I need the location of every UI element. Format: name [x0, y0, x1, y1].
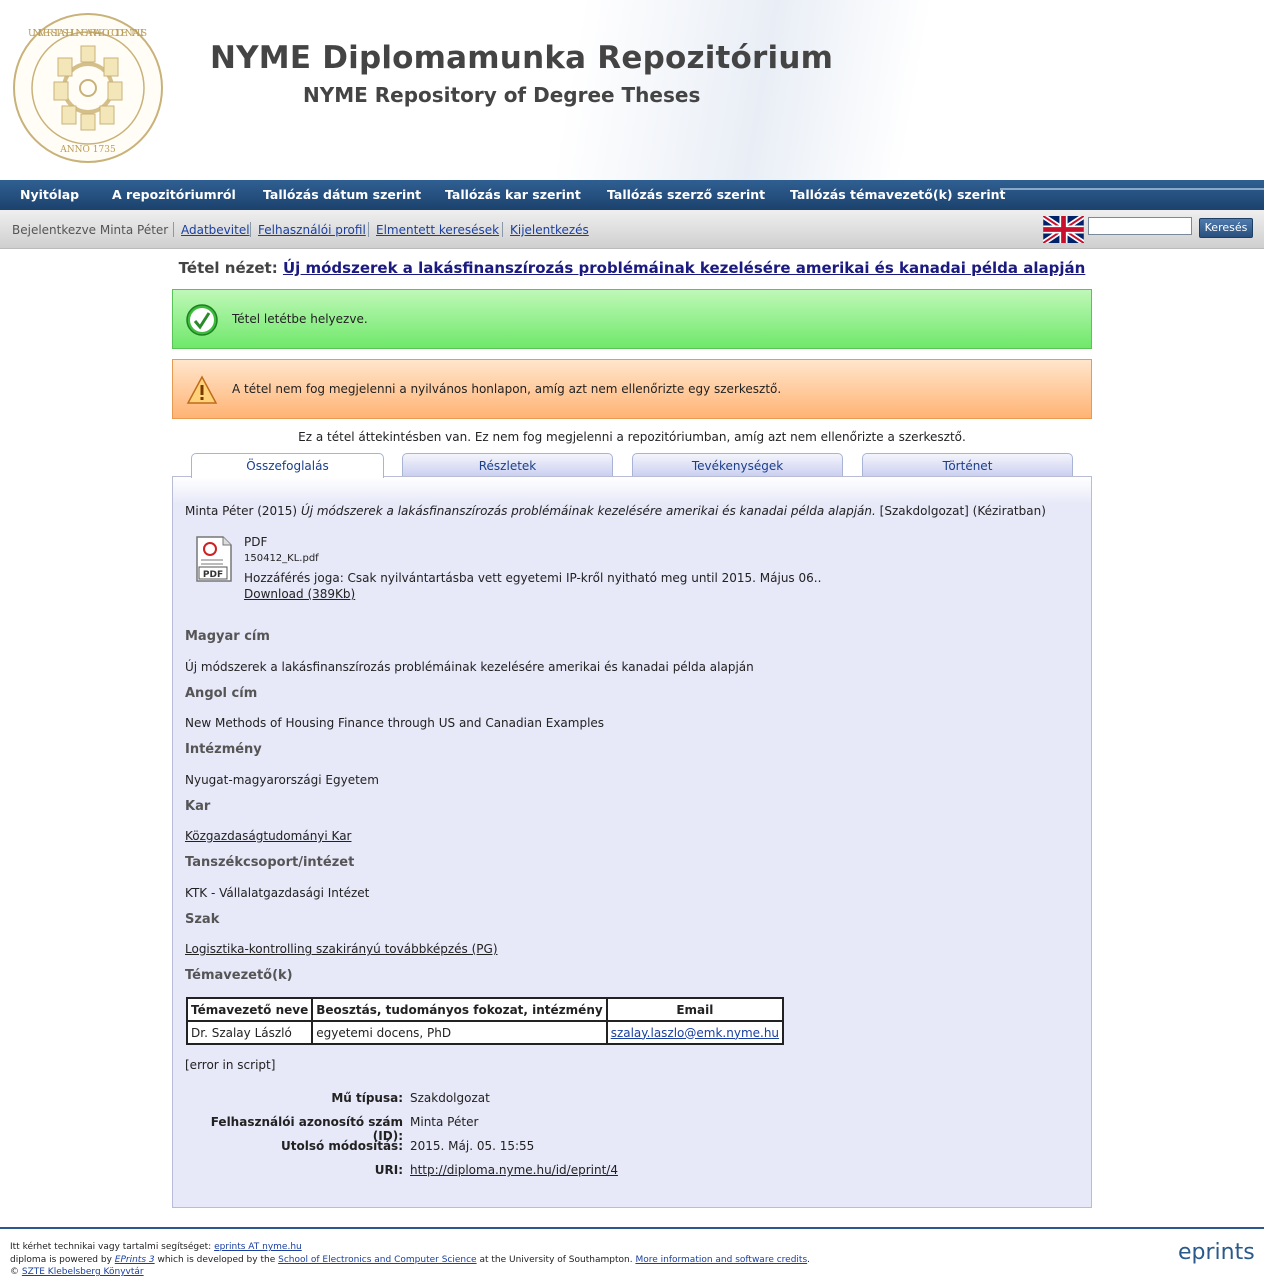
- footer-university-text: at the University of Southampton.: [479, 1255, 633, 1265]
- link-deposit[interactable]: Adatbevitel: [181, 223, 250, 237]
- footer-credits-link[interactable]: More information and software credits: [635, 1255, 807, 1265]
- nav-browse-author[interactable]: Tallózás szerző szerint: [607, 180, 765, 210]
- field-department: KTK - Vállalatgazdasági Intézet: [185, 886, 370, 900]
- supervisor-name: Dr. Szalay László: [185, 1020, 314, 1045]
- tab-history[interactable]: Történet: [862, 453, 1073, 477]
- table-header-name: Témavezető neve: [185, 997, 314, 1022]
- warning-message: A tétel nem fog megjelenni a nyilvános h…: [172, 359, 1092, 419]
- footer-powered-text: diploma is powered by: [10, 1255, 112, 1265]
- field-faculty-link[interactable]: Közgazdaságtudományi Kar: [185, 829, 352, 843]
- nav-browse-date[interactable]: Tallózás dátum szerint: [263, 180, 421, 210]
- summary-panel: Minta Péter (2015) Új módszerek a lakásf…: [172, 476, 1092, 1208]
- nav-browse-faculty[interactable]: Tallózás kar szerint: [445, 180, 581, 210]
- file-type: PDF: [244, 535, 268, 549]
- link-saved-searches[interactable]: Elmentett keresések: [376, 223, 499, 237]
- pdf-icon-label: PDF: [203, 570, 223, 580]
- footer-library-link[interactable]: SZTE Klebelsberg Könyvtár: [22, 1267, 144, 1277]
- footer-powered-line: diploma is powered by EPrints 3 which is…: [10, 1255, 810, 1265]
- footer-help-line: Itt kérhet technikai vagy tartalmi segít…: [10, 1242, 302, 1252]
- field-english-title-label: Angol cím: [185, 686, 258, 701]
- english-flag-icon[interactable]: [1043, 216, 1084, 243]
- main-navigation: Nyitólap A repozitóriumról Tallózás dátu…: [0, 180, 1264, 210]
- footer-school-link[interactable]: School of Electronics and Computer Scien…: [278, 1255, 476, 1265]
- table-header-row: Témavezető neve Beosztás, tudományos fok…: [185, 997, 785, 1022]
- citation: Minta Péter (2015) Új módszerek a lakásf…: [185, 504, 1046, 518]
- footer-period: .: [807, 1255, 811, 1265]
- warning-triangle-icon: [186, 375, 218, 404]
- site-subtitle: NYME Repository of Degree Theses: [303, 83, 701, 107]
- field-department-label: Tanszékcsoport/intézet: [185, 855, 355, 870]
- divider: [173, 222, 174, 237]
- nav-about[interactable]: A repozitóriumról: [112, 180, 236, 210]
- logged-in-status: Bejelentkezve Minta Péter: [12, 223, 169, 237]
- link-logout[interactable]: Kijelentkezés: [510, 223, 589, 237]
- access-rights: Hozzáférés joga: Csak nyilvántartásba ve…: [244, 571, 822, 585]
- meta-modified-label: Utolsó módosítás:: [280, 1139, 403, 1153]
- meta-type-label: Mű típusa:: [331, 1091, 403, 1105]
- meta-uri-label: URI:: [374, 1163, 403, 1177]
- supervisor-email-cell: szalay.laszlo@emk.nyme.hu: [605, 1020, 785, 1045]
- footer-developed-text: which is developed by the: [157, 1255, 276, 1265]
- site-header: UNIVERSITAS HUNGARIAE OCCIDENTALIS ANNO …: [0, 0, 1264, 180]
- eprints-logo[interactable]: eprints: [1178, 1240, 1255, 1265]
- tab-actions[interactable]: Tevékenységek: [632, 453, 843, 477]
- supervisor-email-link[interactable]: szalay.laszlo@emk.nyme.hu: [611, 1026, 779, 1040]
- success-message: Tétel letétbe helyezve.: [172, 289, 1092, 349]
- field-institution: Nyugat-magyarországi Egyetem: [185, 773, 379, 787]
- field-hungarian-title: Új módszerek a lakásfinanszírozás problé…: [185, 660, 754, 674]
- field-major-label: Szak: [185, 912, 220, 927]
- footer-help-email-link[interactable]: eprints AT nyme.hu: [214, 1242, 302, 1252]
- page-title-link[interactable]: Új módszerek a lakásfinanszírozás problé…: [283, 259, 1085, 277]
- table-row: Dr. Szalay László egyetemi docens, PhD s…: [185, 1020, 785, 1045]
- field-institution-label: Intézmény: [185, 742, 262, 757]
- review-notice: Ez a tétel áttekintésben van. Ez nem fog…: [298, 430, 966, 444]
- script-error-text: [error in script]: [185, 1058, 276, 1072]
- file-name: 150412_KL.pdf: [244, 553, 319, 564]
- field-faculty-label: Kar: [185, 799, 211, 814]
- warning-message-text: A tétel nem fog megjelenni a nyilvános h…: [232, 382, 782, 396]
- search-button[interactable]: Keresés: [1199, 218, 1253, 238]
- footer-copyright-symbol: ©: [10, 1267, 19, 1277]
- citation-title: Új módszerek a lakásfinanszírozás problé…: [300, 504, 876, 518]
- tab-details[interactable]: Részletek: [402, 453, 613, 477]
- field-supervisors-label: Témavezető(k): [185, 968, 293, 983]
- search-input[interactable]: [1088, 217, 1192, 235]
- meta-type: Szakdolgozat: [410, 1091, 490, 1105]
- site-title: NYME Diplomamunka Repozitórium: [210, 40, 834, 76]
- nav-home[interactable]: Nyitólap: [20, 180, 79, 210]
- page-title: Tétel nézet: Új módszerek a lakásfinansz…: [0, 259, 1264, 277]
- citation-author: Minta Péter (2015): [185, 504, 298, 518]
- field-english-title: New Methods of Housing Finance through U…: [185, 716, 605, 730]
- download-link[interactable]: Download (389Kb): [244, 587, 355, 601]
- tab-summary[interactable]: Összefoglalás: [191, 453, 384, 478]
- meta-uri-link[interactable]: http://diploma.nyme.hu/id/eprint/4: [410, 1163, 618, 1177]
- pdf-document-icon[interactable]: PDF: [195, 535, 233, 583]
- meta-user: Minta Péter: [410, 1115, 479, 1129]
- seal-text-bottom: ANNO 1735: [59, 145, 116, 155]
- supervisor-position: egyetemi docens, PhD: [311, 1020, 608, 1045]
- footer-copyright-line: © SZTE Klebelsberg Könyvtár: [10, 1267, 144, 1277]
- link-user-profile[interactable]: Felhasználói profil: [258, 223, 366, 237]
- seal-text-top: UNIVERSITAS HUNGARIAE OCCIDENTALIS: [28, 29, 148, 39]
- checkmark-icon: [186, 304, 218, 336]
- nav-browse-supervisor[interactable]: Tallózás témavezető(k) szerint: [790, 180, 1005, 210]
- success-message-text: Tétel letétbe helyezve.: [232, 312, 368, 326]
- page-title-label: Tétel nézet:: [178, 259, 278, 277]
- university-seal-logo: UNIVERSITAS HUNGARIAE OCCIDENTALIS ANNO …: [10, 10, 166, 166]
- divider: [502, 222, 503, 237]
- field-hungarian-title-label: Magyar cím: [185, 629, 270, 644]
- nav-decorative-rule: [1000, 188, 1264, 190]
- supervisors-table: Témavezető neve Beosztás, tudományos fok…: [185, 997, 785, 1045]
- meta-modified: 2015. Máj. 05. 15:55: [410, 1139, 535, 1153]
- footer-help-text: Itt kérhet technikai vagy tartalmi segít…: [10, 1242, 212, 1252]
- table-header-position: Beosztás, tudományos fokozat, intézmény: [311, 997, 608, 1022]
- divider: [368, 222, 369, 237]
- citation-type: [Szakdolgozat] (Kéziratban): [879, 504, 1046, 518]
- table-header-email: Email: [605, 997, 785, 1022]
- field-major-link[interactable]: Logisztika-kontrolling szakirányú tovább…: [185, 942, 498, 956]
- footer-eprints-link[interactable]: EPrints 3: [115, 1255, 155, 1265]
- footer-divider: [0, 1227, 1264, 1229]
- divider: [250, 222, 251, 237]
